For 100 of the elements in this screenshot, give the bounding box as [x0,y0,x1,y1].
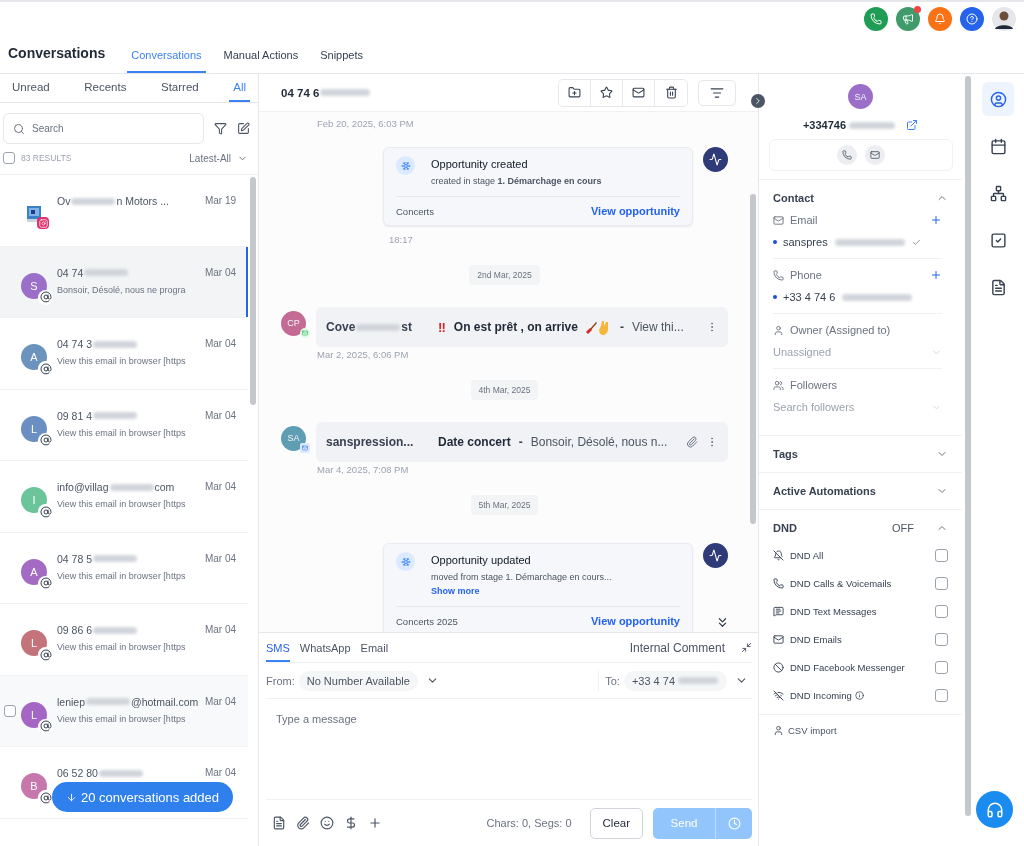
scrollbar[interactable] [750,194,756,524]
user-icon [773,324,784,336]
activity-title: Opportunity created [431,158,529,170]
search-field[interactable]: Search [3,113,204,144]
channel-tab[interactable]: WhatsApp [299,633,351,662]
contact-avatar: L [21,630,47,656]
external-link-icon[interactable] [906,119,919,131]
document-icon[interactable] [272,816,286,830]
to-select[interactable]: +33 4 74 [623,670,727,691]
channel-tab[interactable]: Email [360,633,389,662]
nav-tab[interactable]: Manual Actions [219,49,303,73]
minimize-icon[interactable] [741,642,752,653]
internal-comment-tab[interactable]: Internal Comment [623,639,731,656]
checkbox[interactable] [4,704,16,717]
plus-icon[interactable] [368,816,382,830]
emoji-icon[interactable] [320,816,334,830]
csv-import-link[interactable]: CSV import [788,725,837,736]
contact-avatar: I [21,487,47,513]
message-bubble[interactable]: Cove st ‼ On est prêt , on arrive - View thi... [316,307,728,347]
message-preview: View this email in browser [https [57,499,187,509]
view-opportunity-link[interactable]: View opportunity [590,205,680,217]
select-all-checkbox[interactable] [3,152,15,164]
chevron-right-icon [753,96,763,106]
conversation-date: Mar 04 [204,409,236,422]
contact-avatar: SA [848,84,873,109]
users-icon [773,379,784,391]
user-tab[interactable] [982,82,1014,116]
message-timestamp: Mar 4, 2025, 7:08 PM [317,464,410,475]
star-icon [600,86,613,99]
checkbox[interactable] [935,549,948,562]
section-header[interactable]: Contact [773,192,948,204]
mail-icon [773,214,784,226]
section-header[interactable]: Tags [773,448,948,460]
filter-tab[interactable]: Unread [8,74,54,102]
checkbox[interactable] [935,577,948,590]
filter-button[interactable] [698,79,736,106]
nav-tab[interactable]: Conversations [127,49,206,73]
conversation-date: Mar 04 [204,695,236,708]
contact-avatar: L [21,415,47,442]
snowflake-icon [396,552,415,571]
add-button[interactable] [930,269,942,281]
redaction-blur [71,197,116,205]
email-button[interactable] [864,145,885,165]
page-title: Conversations [8,45,106,61]
paperclip-icon[interactable] [296,816,310,830]
conversation-item[interactable]: S 04 74 Mar 04 Bonsoir, Désolé, nous ne progra [0,246,248,318]
character-counter: Chars: 0, Segs: 0 [486,817,572,829]
show-more-link[interactable]: Show more [431,586,612,596]
view-opportunity-link[interactable]: View opportunity [590,615,680,627]
phone-button[interactable] [864,7,888,31]
message-bubble[interactable]: sanspression... Date concert - Bonsoir, Désolé, nous n... [316,422,728,462]
redaction-blur [93,412,138,419]
filter-tab[interactable]: Recents [80,74,131,102]
activity-title: Opportunity updated [431,554,532,566]
nav-tab[interactable]: Snippets [316,49,367,73]
sort-select[interactable]: Latest-All [189,152,248,164]
scrollbar[interactable] [965,76,971,816]
conversation-date: Mar 19 [204,195,236,207]
call-button[interactable] [836,145,857,165]
redaction-blur [86,698,131,705]
separator: - [619,320,624,334]
dollar-icon[interactable] [344,816,358,830]
message-preview: View this email in browser [https [57,642,187,652]
field-label: Phone [790,269,822,281]
scrollbar[interactable] [250,177,256,405]
filter-icon[interactable] [214,122,227,135]
message-icon [773,606,784,617]
user-avatar-icon[interactable] [992,7,1016,31]
conversation-item[interactable]: L leniep @hotmail.com Mar 04 View this email in browser [https [0,675,248,747]
channel-tab[interactable]: SMS [266,633,290,662]
checkbox[interactable] [935,633,948,646]
field-label: Owner (Assigned to) [790,324,891,336]
message-timestamp: 18:17 [389,234,414,245]
filter-tab[interactable]: All [229,74,250,102]
compose-icon[interactable] [237,122,250,135]
conversation-date: Mar 04 [204,481,236,493]
trash-icon [664,86,678,99]
activity-icon [703,543,728,568]
from-select[interactable]: No Number Available [298,670,418,691]
checkbox[interactable] [935,661,948,674]
arrow-down-icon [66,791,77,803]
add-button[interactable] [930,214,942,226]
folder-plus-icon [568,86,581,99]
folder-plus-button[interactable] [559,79,591,106]
section-header[interactable]: DND OFF [773,522,948,534]
help-button[interactable] [960,7,984,31]
section-header[interactable]: Active Automations [773,485,948,497]
clear-button[interactable]: Clear [589,807,643,839]
wifi-off-icon [773,690,784,701]
checkbox[interactable] [935,689,948,702]
megaphone-button[interactable] [896,7,920,31]
collapse-button[interactable] [751,94,765,108]
phone-icon [841,150,852,160]
megaphone-icon [902,13,914,25]
at-sign-icon [38,647,53,662]
dnd-label: DND All [790,550,824,561]
checkbox[interactable] [935,605,948,618]
bell-button[interactable] [928,7,952,31]
filter-tab[interactable]: Starred [156,74,203,102]
new-conversations-toast[interactable]: 20 conversations added [52,782,234,812]
